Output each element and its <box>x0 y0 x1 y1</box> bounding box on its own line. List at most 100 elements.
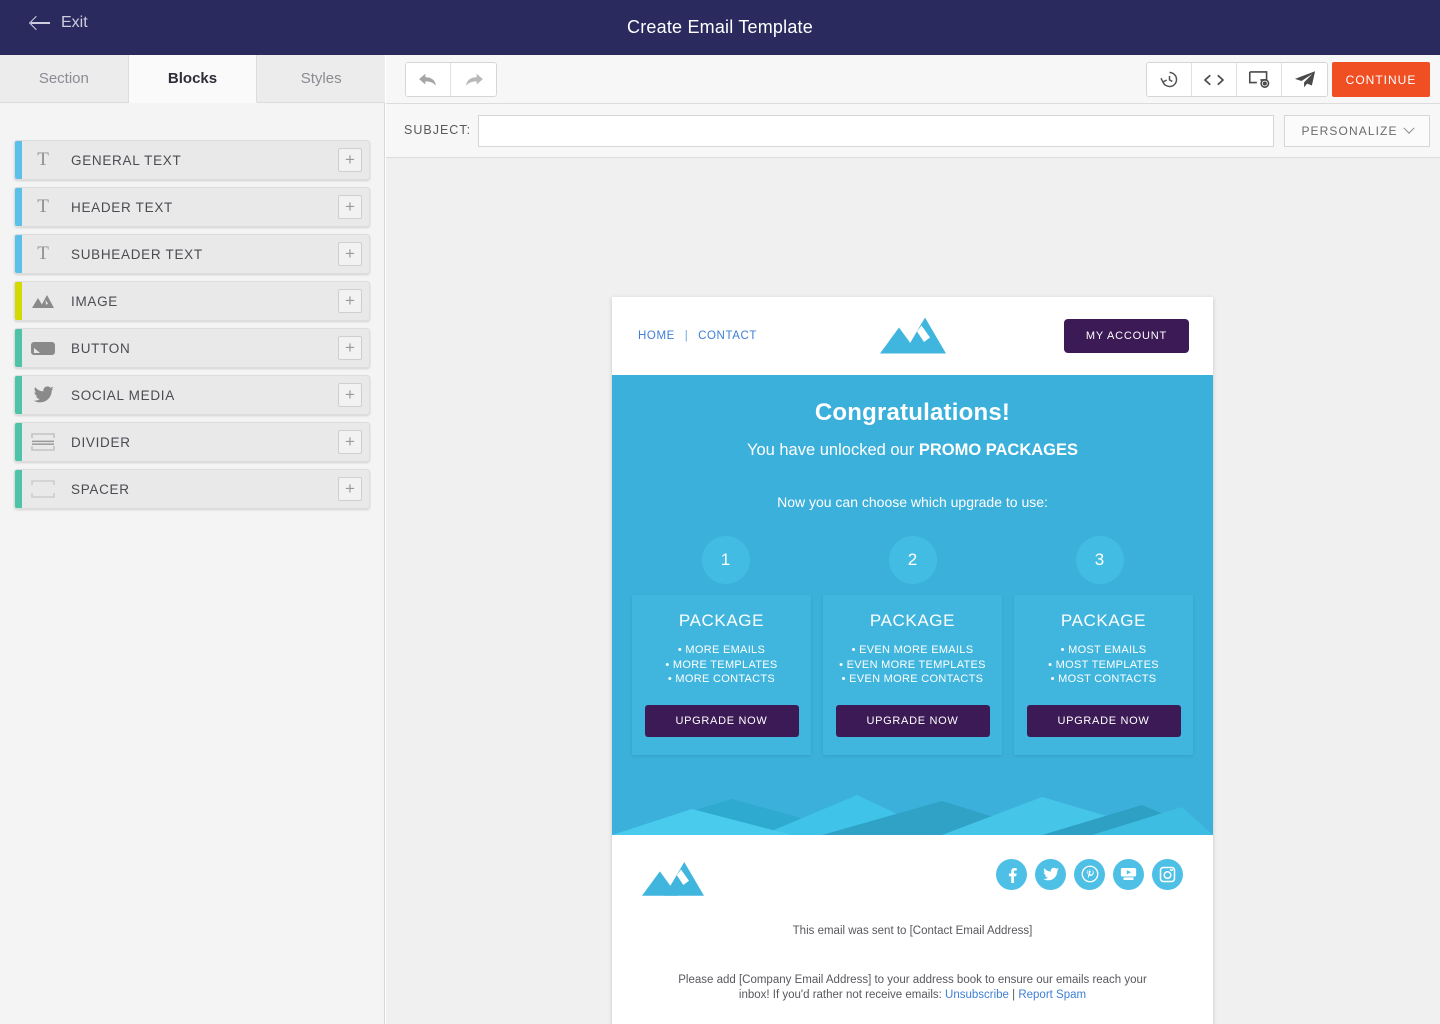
report-spam-link[interactable]: Report Spam <box>1018 989 1086 1001</box>
mountain-range-illustration <box>612 777 1213 835</box>
add-block-button[interactable]: + <box>338 148 362 172</box>
undo-redo-group <box>405 62 497 97</box>
package-title: PACKAGE <box>831 611 994 631</box>
block-item-spacer[interactable]: SPACER + <box>14 469 370 509</box>
social-links <box>996 859 1183 890</box>
email-header-section[interactable]: HOME | CONTACT MY ACCOUNT <box>612 297 1213 375</box>
personalize-label: PERSONALIZE <box>1301 124 1397 138</box>
package-number-cell: 1 <box>632 536 819 584</box>
left-panel: Section Blocks Styles T GENERAL TEXT + T… <box>0 55 385 1024</box>
block-item-social-media[interactable]: SOCIAL MEDIA + <box>14 375 370 415</box>
tab-blocks[interactable]: Blocks <box>129 55 258 103</box>
blocks-list: T GENERAL TEXT + T HEADER TEXT + T SUBHE… <box>14 140 370 516</box>
unsubscribe-link[interactable]: Unsubscribe <box>945 989 1009 1001</box>
email-canvas: HOME | CONTACT MY ACCOUNT Congratulation… <box>386 159 1440 1024</box>
divider-icon <box>15 433 71 451</box>
package-card-2[interactable]: PACKAGE • EVEN MORE EMAILS • EVEN MORE T… <box>823 595 1002 755</box>
paper-plane-icon[interactable] <box>1282 63 1327 96</box>
block-item-button[interactable]: BUTTON + <box>14 328 370 368</box>
hero-subline: You have unlocked our PROMO PACKAGES <box>612 441 1213 460</box>
package-feature: • MOST EMAILS <box>1022 643 1185 658</box>
package-feature: • MORE EMAILS <box>640 643 803 658</box>
block-accent-bar <box>15 188 22 226</box>
block-label: BUTTON <box>71 341 130 356</box>
youtube-icon[interactable] <box>1113 859 1144 890</box>
package-title: PACKAGE <box>640 611 803 631</box>
package-card-3[interactable]: PACKAGE • MOST EMAILS • MOST TEMPLATES •… <box>1014 595 1193 755</box>
block-item-subheader-text[interactable]: T SUBHEADER TEXT + <box>14 234 370 274</box>
text-icon: T <box>15 149 71 171</box>
history-clock-icon[interactable] <box>1147 63 1192 96</box>
add-block-button[interactable]: + <box>338 430 362 454</box>
package-number-cell: 2 <box>819 536 1006 584</box>
hero-headline: Congratulations! <box>612 399 1213 427</box>
block-item-divider[interactable]: DIVIDER + <box>14 422 370 462</box>
twitter-icon <box>15 386 71 404</box>
redo-arrow-icon[interactable] <box>451 63 496 96</box>
editor-area: CONTINUE SUBJECT: PERSONALIZE HOME | CON… <box>386 55 1440 1024</box>
package-feature: • MORE CONTACTS <box>640 672 803 687</box>
tab-section[interactable]: Section <box>0 55 129 103</box>
package-numbers-row: 1 2 3 <box>612 536 1213 584</box>
block-item-general-text[interactable]: T GENERAL TEXT + <box>14 140 370 180</box>
footer-note-separator: | <box>1009 989 1018 1001</box>
editor-toolbar: CONTINUE <box>386 55 1440 104</box>
block-accent-bar <box>15 376 22 414</box>
package-card-1[interactable]: PACKAGE • MORE EMAILS • MORE TEMPLATES •… <box>632 595 811 755</box>
add-block-button[interactable]: + <box>338 289 362 313</box>
preview-screen-icon[interactable] <box>1237 63 1282 96</box>
personalize-dropdown[interactable]: PERSONALIZE <box>1284 115 1430 147</box>
block-item-header-text[interactable]: T HEADER TEXT + <box>14 187 370 227</box>
email-hero-section[interactable]: Congratulations! You have unlocked our P… <box>612 375 1213 835</box>
upgrade-now-button[interactable]: UPGRADE NOW <box>645 705 799 737</box>
add-block-button[interactable]: + <box>338 195 362 219</box>
email-nav: HOME | CONTACT <box>638 330 757 342</box>
email-footer-section[interactable]: This email was sent to [Contact Email Ad… <box>612 835 1213 1024</box>
block-label: HEADER TEXT <box>71 200 173 215</box>
package-feature-list: • MOST EMAILS • MOST TEMPLATES • MOST CO… <box>1022 643 1185 687</box>
twitter-icon[interactable] <box>1035 859 1066 890</box>
nav-separator: | <box>685 330 689 342</box>
instagram-icon[interactable] <box>1152 859 1183 890</box>
nav-link-home[interactable]: HOME <box>638 330 675 342</box>
footer-sent-to: This email was sent to [Contact Email Ad… <box>642 925 1183 937</box>
add-block-button[interactable]: + <box>338 242 362 266</box>
mountain-logo-icon <box>880 314 946 359</box>
hero-instruction: Now you can choose which upgrade to use: <box>612 494 1213 510</box>
text-icon: T <box>15 196 71 218</box>
my-account-button[interactable]: MY ACCOUNT <box>1064 319 1189 353</box>
pinterest-icon[interactable] <box>1074 859 1105 890</box>
package-feature: • MOST CONTACTS <box>1022 672 1185 687</box>
block-item-image[interactable]: IMAGE + <box>14 281 370 321</box>
footer-top-row <box>642 851 1183 913</box>
block-label: GENERAL TEXT <box>71 153 181 168</box>
panel-tabs: Section Blocks Styles <box>0 55 385 103</box>
package-number-badge: 3 <box>1076 536 1124 584</box>
hero-subline-strong: PROMO PACKAGES <box>919 441 1078 459</box>
hero-subline-prefix: You have unlocked our <box>747 441 919 459</box>
upgrade-now-button[interactable]: UPGRADE NOW <box>1027 705 1181 737</box>
tab-styles[interactable]: Styles <box>257 55 385 103</box>
undo-arrow-icon[interactable] <box>406 63 451 96</box>
add-block-button[interactable]: + <box>338 477 362 501</box>
block-accent-bar <box>15 423 22 461</box>
add-block-button[interactable]: + <box>338 383 362 407</box>
subject-input[interactable] <box>478 115 1274 147</box>
block-accent-bar <box>15 282 22 320</box>
facebook-icon[interactable] <box>996 859 1027 890</box>
package-number-badge: 2 <box>889 536 937 584</box>
app-header: Exit Create Email Template <box>0 0 1440 55</box>
continue-button[interactable]: CONTINUE <box>1332 62 1430 97</box>
spacer-icon <box>15 480 71 498</box>
block-label: SOCIAL MEDIA <box>71 388 175 403</box>
subject-label: SUBJECT: <box>404 123 471 137</box>
nav-link-contact[interactable]: CONTACT <box>698 330 757 342</box>
email-template: HOME | CONTACT MY ACCOUNT Congratulation… <box>612 297 1213 1024</box>
block-accent-bar <box>15 329 22 367</box>
footer-note: Please add [Company Email Address] to yo… <box>642 973 1183 1003</box>
package-feature-list: • MORE EMAILS • MORE TEMPLATES • MORE CO… <box>640 643 803 687</box>
subject-bar: SUBJECT: PERSONALIZE <box>386 104 1440 158</box>
upgrade-now-button[interactable]: UPGRADE NOW <box>836 705 990 737</box>
add-block-button[interactable]: + <box>338 336 362 360</box>
code-brackets-icon[interactable] <box>1192 63 1237 96</box>
